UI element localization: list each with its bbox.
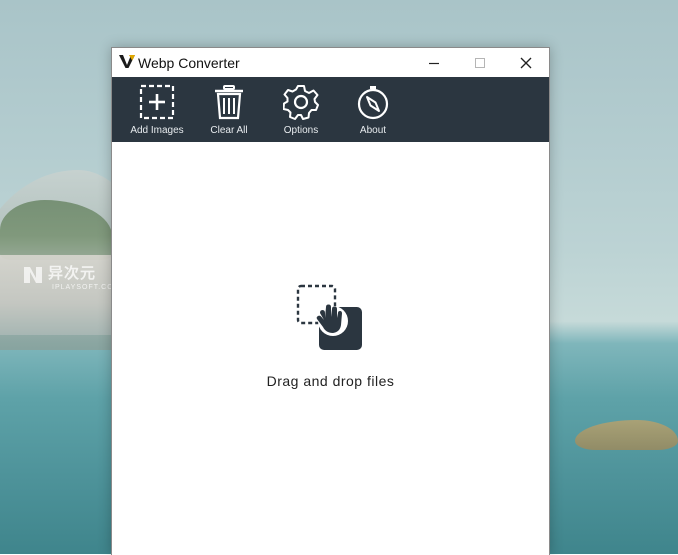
wallpaper-island <box>575 420 678 450</box>
minimize-button[interactable] <box>411 48 457 77</box>
watermark-cn-text: 异次元 <box>48 265 97 282</box>
minimize-icon <box>429 62 439 64</box>
maximize-button[interactable] <box>457 48 503 77</box>
compass-icon <box>357 86 389 120</box>
options-button[interactable]: Options <box>265 77 337 142</box>
drop-instruction-text: Drag and drop files <box>266 373 395 389</box>
watermark-logo-icon <box>24 267 42 283</box>
window-title: Webp Converter <box>138 55 240 71</box>
clear-all-button[interactable]: Clear All <box>193 77 265 142</box>
drag-drop-icon <box>296 284 362 350</box>
about-label: About <box>359 125 387 136</box>
trash-icon <box>215 85 243 120</box>
add-images-button[interactable]: Add Images <box>121 77 193 142</box>
toolbar: Add Images Clear All Options About <box>112 77 549 142</box>
options-label: Options <box>283 125 319 136</box>
about-button[interactable]: About <box>337 77 409 142</box>
maximize-icon <box>475 57 485 68</box>
add-images-label: Add Images <box>130 125 184 136</box>
close-button[interactable] <box>503 48 549 77</box>
app-window: Webp Converter Add Images Clear All Opti… <box>111 47 550 555</box>
app-logo-icon <box>119 55 135 68</box>
clear-all-label: Clear All <box>210 125 248 136</box>
close-icon <box>520 57 532 68</box>
add-image-icon <box>139 84 175 120</box>
gear-icon <box>283 85 319 120</box>
title-bar[interactable]: Webp Converter <box>112 48 549 77</box>
drop-area[interactable]: Drag and drop files <box>112 142 549 555</box>
